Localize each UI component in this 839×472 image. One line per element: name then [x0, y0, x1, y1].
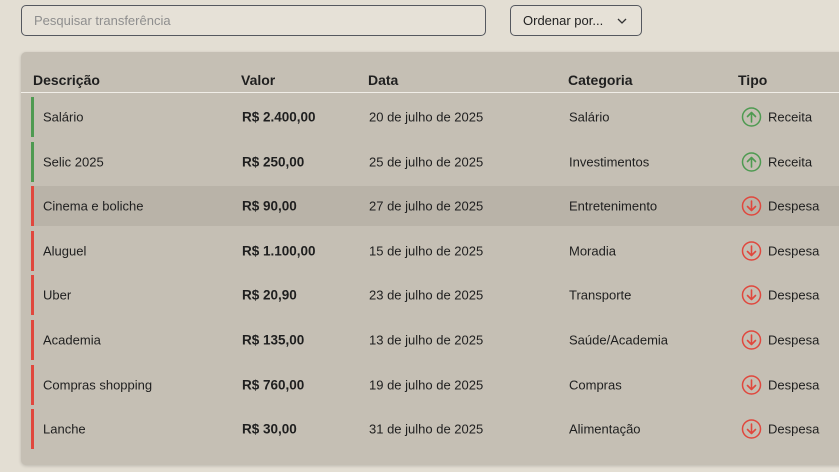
- cell-data: 25 de julho de 2025: [369, 154, 484, 170]
- table-row[interactable]: Salário R$ 2.400,00 20 de julho de 2025 Sal…: [31, 97, 839, 137]
- cell-tipo: Despesa: [741, 330, 819, 351]
- arrow-up-circle-icon: [741, 107, 762, 127]
- cell-data: 13 de julho de 2025: [369, 332, 484, 348]
- cell-valor: R$ 2.400,00: [242, 109, 316, 125]
- arrow-down-circle-icon: [741, 285, 762, 305]
- cell-tipo: Despesa: [741, 375, 819, 396]
- tipo-label: Receita: [768, 109, 813, 125]
- cell-categoria: Transporte: [569, 287, 632, 303]
- arrow-down-circle-icon: [741, 330, 762, 350]
- cell-data: 15 de julho de 2025: [369, 243, 484, 259]
- cell-descricao: Uber: [43, 287, 72, 303]
- table-row[interactable]: Selic 2025 R$ 250,00 25 de julho de 2025 In…: [31, 142, 839, 182]
- cell-descricao: Academia: [43, 332, 101, 348]
- cell-categoria: Investimentos: [569, 154, 650, 170]
- sort-dropdown[interactable]: Ordenar por...: [510, 5, 642, 36]
- cell-descricao: Compras shopping: [43, 377, 153, 393]
- table-row[interactable]: Compras shopping R$ 760,00 19 de julho de …: [31, 365, 839, 405]
- cell-data: 31 de julho de 2025: [369, 421, 484, 437]
- cell-descricao: Selic 2025: [43, 154, 104, 170]
- cell-categoria: Entretenimento: [569, 198, 658, 214]
- table-header: Descrição Valor Data Categoria Tipo: [21, 52, 839, 93]
- cell-categoria: Moradia: [569, 243, 616, 259]
- arrow-down-circle-icon: [741, 375, 762, 395]
- header-categoria: Categoria: [568, 72, 633, 88]
- header-tipo: Tipo: [738, 72, 768, 88]
- cell-valor: R$ 135,00: [242, 332, 305, 348]
- cell-descricao: Lanche: [43, 421, 86, 437]
- cell-valor: R$ 30,00: [242, 421, 297, 437]
- tipo-label: Despesa: [768, 198, 820, 214]
- header-data: Data: [368, 72, 399, 88]
- cell-valor: R$ 760,00: [242, 377, 305, 393]
- cell-valor: R$ 1.100,00: [242, 243, 316, 259]
- tipo-label: Despesa: [768, 421, 820, 437]
- cell-tipo: Despesa: [741, 241, 819, 262]
- cell-tipo: Despesa: [741, 285, 819, 306]
- cell-categoria: Compras: [569, 377, 622, 393]
- cell-categoria: Salário: [569, 109, 610, 125]
- table-row[interactable]: Uber R$ 20,90 23 de julho de 2025 Transport…: [31, 275, 839, 315]
- cell-data: 27 de julho de 2025: [369, 198, 484, 214]
- arrow-down-circle-icon: [741, 419, 762, 439]
- table-row[interactable]: Aluguel R$ 1.100,00 15 de julho de 2025 Mor…: [31, 231, 839, 271]
- cell-tipo: Receita: [741, 152, 812, 173]
- table-row[interactable]: Academia R$ 135,00 13 de julho de 2025 Saúd…: [31, 320, 839, 360]
- tipo-label: Despesa: [768, 332, 820, 348]
- cell-valor: R$ 90,00: [242, 198, 297, 214]
- header-valor: Valor: [241, 72, 276, 88]
- cell-data: 19 de julho de 2025: [369, 377, 484, 393]
- cell-categoria: Alimentação: [569, 421, 641, 437]
- tipo-label: Despesa: [768, 243, 820, 259]
- arrow-up-circle-icon: [741, 152, 762, 172]
- cell-categoria: Saúde/Academia: [569, 332, 669, 348]
- cell-data: 23 de julho de 2025: [369, 287, 484, 303]
- arrow-down-circle-icon: [741, 196, 762, 216]
- transactions-table: Descrição Valor Data Categoria Tipo Salá…: [21, 52, 839, 465]
- tipo-label: Despesa: [768, 377, 820, 393]
- cell-tipo: Despesa: [741, 419, 819, 440]
- header-descricao: Descrição: [33, 72, 100, 88]
- cell-descricao: Aluguel: [43, 243, 87, 259]
- cell-data: 20 de julho de 2025: [369, 109, 484, 125]
- table-row[interactable]: Cinema e boliche R$ 90,00 27 de julho de 2…: [31, 186, 839, 226]
- tipo-label: Receita: [768, 154, 813, 170]
- sort-label: Ordenar por...: [523, 13, 604, 28]
- search-input[interactable]: [21, 5, 486, 36]
- tipo-label: Despesa: [768, 287, 820, 303]
- cell-tipo: Receita: [741, 107, 812, 128]
- cell-valor: R$ 20,90: [242, 287, 297, 303]
- arrow-down-circle-icon: [741, 241, 762, 261]
- cell-valor: R$ 250,00: [242, 154, 305, 170]
- cell-tipo: Despesa: [741, 196, 819, 217]
- chevron-down-icon: [617, 18, 627, 24]
- cell-descricao: Salário: [43, 109, 84, 125]
- table-row[interactable]: Lanche R$ 30,00 31 de julho de 2025 Aliment…: [31, 409, 839, 449]
- cell-descricao: Cinema e boliche: [43, 198, 144, 214]
